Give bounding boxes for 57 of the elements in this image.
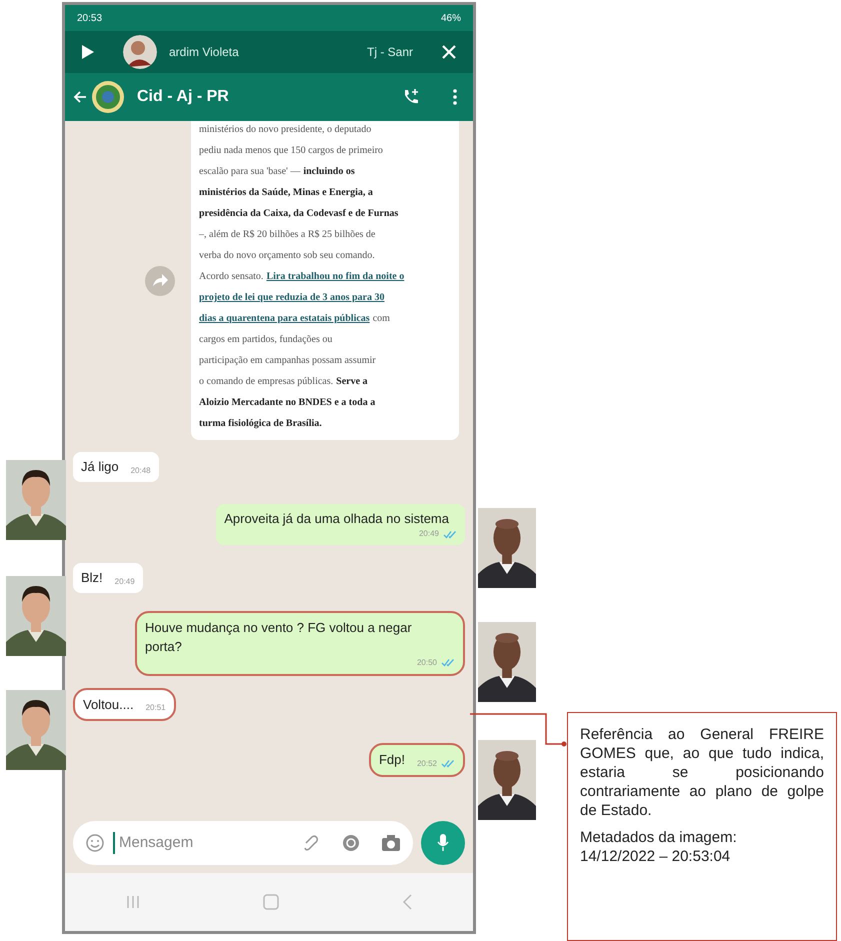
article-text: Aloizio Mercadante no BNDES e a toda a	[199, 396, 376, 410]
article-link[interactable]: Lira trabalhou no fim da noite o	[266, 268, 404, 285]
image-metadata: Metadados da imagem: 14/12/2022 – 20:53:04	[580, 828, 738, 866]
play-icon[interactable]	[81, 44, 95, 60]
emblem-icon	[91, 80, 125, 114]
message-time: 20:48	[130, 464, 151, 476]
article-text: o comando de empresas públicas.	[199, 375, 334, 389]
article-text: com	[372, 312, 390, 326]
mic-button[interactable]	[421, 821, 465, 865]
battery-level: 46%	[440, 12, 461, 26]
message-text: Blz!	[81, 569, 103, 587]
article-text: presidência da Caixa, da Codevasf e de Furnas	[199, 207, 398, 221]
article-text: Acordo sensato.	[199, 270, 264, 284]
microphone-icon	[437, 834, 449, 852]
coin-icon[interactable]	[341, 833, 361, 853]
article-text: –, além de R$ 20 bilhões a R$ 25 bilhões de	[199, 228, 376, 242]
article-text: ministérios do novo presidente, o deputado	[199, 123, 372, 137]
double-check-icon	[441, 658, 455, 667]
article-text: incluindo os	[303, 165, 355, 179]
message-time: 20:50	[416, 656, 437, 668]
status-time: 20:53	[77, 12, 102, 26]
chat-title: Cid - Aj - PR	[137, 87, 229, 107]
article-text: cargos em partidos, fundações ou	[199, 333, 332, 347]
article-text: turma fisiológica de Brasília.	[199, 417, 322, 431]
emoji-icon[interactable]	[85, 833, 105, 853]
home-icon[interactable]	[262, 894, 279, 910]
audio-title: ardim Violeta	[169, 44, 239, 61]
message-text: Voltou....	[83, 696, 134, 714]
more-icon[interactable]	[453, 89, 457, 105]
article-text: verba do novo orçamento sob seu comando.	[199, 249, 375, 263]
double-check-icon	[441, 759, 455, 768]
article-link[interactable]: dias a quarentena para estatais públicas	[199, 310, 370, 327]
message-text: Houve mudança no vento ? FG voltou a negar porta?	[145, 618, 413, 656]
back-icon[interactable]	[402, 894, 412, 910]
article-text: pediu nada menos que 150 cargos de primeiro	[199, 144, 383, 158]
close-icon[interactable]	[441, 44, 457, 60]
recent-apps-icon[interactable]	[126, 895, 140, 909]
message-text: Fdp!	[378, 751, 405, 769]
article-text: participação em campanhas possam assumir	[199, 354, 376, 368]
audio-subtitle: Tj - Sanr	[366, 44, 413, 61]
message-text: Aproveita já da uma olhada no sistema	[224, 510, 450, 528]
back-arrow-icon[interactable]	[73, 90, 87, 104]
message-time: 20:51	[146, 702, 166, 714]
forward-icon[interactable]	[145, 266, 175, 296]
annotation-text: Referência ao General FREIRE GOMES que, ao que tudo indica, estaria se posicionando contrariamente ao plano de golpe de Estado.	[580, 725, 824, 820]
message-time: 20:52	[416, 758, 437, 770]
message-field[interactable]: Mensagem	[113, 832, 233, 854]
message-time: 20:49	[114, 576, 135, 588]
article-text: escalão para sua 'base' —	[199, 165, 300, 179]
article-text: Serve a	[336, 375, 368, 389]
camera-icon[interactable]	[381, 834, 401, 852]
message-time: 20:49	[418, 528, 439, 540]
article-text: ministérios da Saúde, Minas e Energia, a	[199, 186, 373, 200]
message-text: Já ligo	[81, 458, 119, 476]
article-link[interactable]: projeto de lei que reduzia de 3 anos para 30	[199, 289, 384, 306]
double-check-icon	[443, 530, 457, 538]
message-input[interactable]: Mensagem	[73, 821, 413, 865]
